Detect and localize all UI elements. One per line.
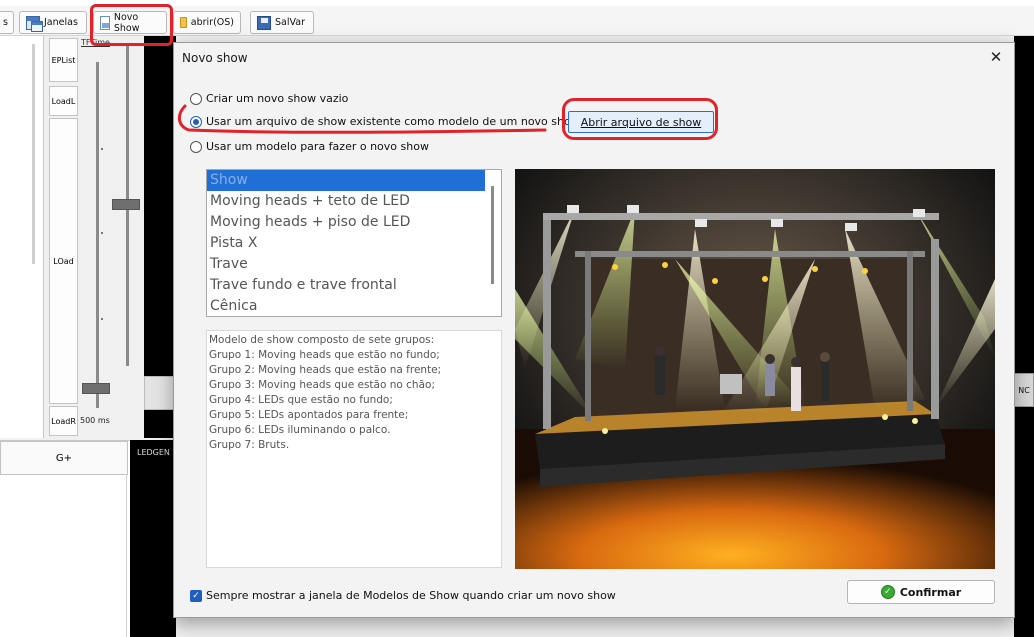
list-item[interactable]: Cênica [207,296,501,316]
dialog-title: Novo show [182,51,248,65]
toolbar-top-stripe [0,0,1034,6]
description-line: Grupo 2: Moving heads que estão na frent… [209,364,442,376]
confirm-label: Confirmar [899,585,962,599]
ledgen-label: LEDGEN [137,448,170,457]
partial-toolbar-button[interactable]: s [0,11,14,34]
windows-icon [26,15,43,32]
description-line: Grupo 6: LEDs iluminando o palco. [209,424,391,436]
nc-label: NC [1018,385,1030,395]
left-list-panel [0,36,44,438]
group-panel: G+ [0,440,130,637]
close-icon: ✕ [989,48,1003,66]
description-line: Modelo de show composto de sete grupos: [209,334,435,346]
timing-panel: EPList LoadL LOad LoadR TFTime 500 ms [44,36,144,438]
list-item[interactable]: Moving heads + piso de LED [207,212,501,233]
list-item[interactable]: Pista X [207,233,501,254]
slider-tick [101,148,103,150]
folder-icon [180,17,187,28]
description-line: Grupo 5: LEDs apontados para frente; [209,409,409,421]
open-show-file-label: Abrir arquivo de show [580,115,702,129]
description-line: Grupo 3: Moving heads que estão no chão; [209,379,435,391]
novo-show-label: Novo Show [113,11,140,34]
group-panel-divider [126,475,127,637]
loadl-button[interactable]: LoadL [49,86,78,116]
list-item[interactable]: Trave [207,254,501,275]
ledgen-panel: LEDGEN [130,440,176,637]
check-circle-icon: ✓ [880,585,895,599]
slider-tick [101,232,103,234]
stage-illustration [515,169,995,569]
loadl-label: LoadL [51,96,76,106]
open-show-file-button[interactable]: Abrir arquivo de show [568,111,714,133]
always-show-label: Sempre mostrar a janela de Modelos de Sh… [206,589,616,602]
left-panel-scrollbar[interactable] [32,44,35,264]
list-item-selected[interactable]: Show [207,170,485,191]
loadr-button[interactable]: LoadR [49,406,78,436]
description-line: Grupo 7: Bruts. [209,439,290,451]
loadr-label: LoadR [51,416,76,426]
confirm-button[interactable]: ✓ Confirmar [847,580,995,604]
description-line: Grupo 4: LEDs que estão no fundo; [209,394,393,406]
abrir-button[interactable]: abrir(OS) [173,11,241,34]
load-button[interactable]: LOad [49,118,78,404]
g-plus-label: G+ [55,452,73,464]
list-item[interactable]: Trave fundo e trave frontal [207,275,501,296]
salvar-button[interactable]: SalVar [250,11,314,34]
checkmark-icon[interactable]: ✓ [190,589,202,602]
load-label: LOad [53,256,74,266]
right-dark-panel [1014,36,1034,637]
partial-button-label: s [3,17,8,28]
close-button[interactable]: ✕ [984,46,1008,68]
list-item[interactable]: Moving heads + teto de LED [207,191,501,212]
nc-button[interactable]: NC [1014,373,1034,407]
dark-area-bar [144,376,176,410]
radio-button[interactable] [190,140,202,153]
janelas-button[interactable]: Janelas [19,11,87,34]
dark-area [144,36,176,438]
slider-tick [101,318,103,320]
annotation-underline [178,104,547,134]
janelas-label: Janelas [44,17,78,28]
stage-preview-image [515,169,995,569]
abrir-label: abrir(OS) [190,17,234,28]
slider-track-1[interactable] [96,62,99,408]
salvar-label: SalVar [275,17,305,28]
ms-readout: 500 ms [80,416,110,425]
slider-thumb-1[interactable] [82,383,110,394]
listbox-scrollbar-thumb[interactable] [491,186,494,284]
main-toolbar: s Janelas Novo Show abrir(OS) SalVar [0,0,1034,36]
eplist-label: EPList [51,55,76,65]
g-plus-button[interactable]: G+ [0,441,128,475]
slider-thumb-2[interactable] [112,199,140,210]
listbox-scrollbar[interactable] [485,170,501,316]
new-document-icon [100,15,110,30]
novo-show-button[interactable]: Novo Show [93,11,167,34]
template-description: Modelo de show composto de sete grupos: … [206,330,502,568]
save-icon [257,15,271,30]
eplist-button[interactable]: EPList [49,38,78,82]
radio-label: Usar um modelo para fazer o novo show [206,140,429,153]
tftime-label: TFTime [81,38,110,47]
template-listbox[interactable]: Show Moving heads + teto de LED Moving h… [206,169,502,317]
always-show-checkbox-row[interactable]: ✓ Sempre mostrar a janela de Modelos de … [190,589,616,602]
description-line: Grupo 1: Moving heads que estão no fundo… [209,349,440,361]
radio-use-template[interactable]: Usar um modelo para fazer o novo show [190,140,429,153]
